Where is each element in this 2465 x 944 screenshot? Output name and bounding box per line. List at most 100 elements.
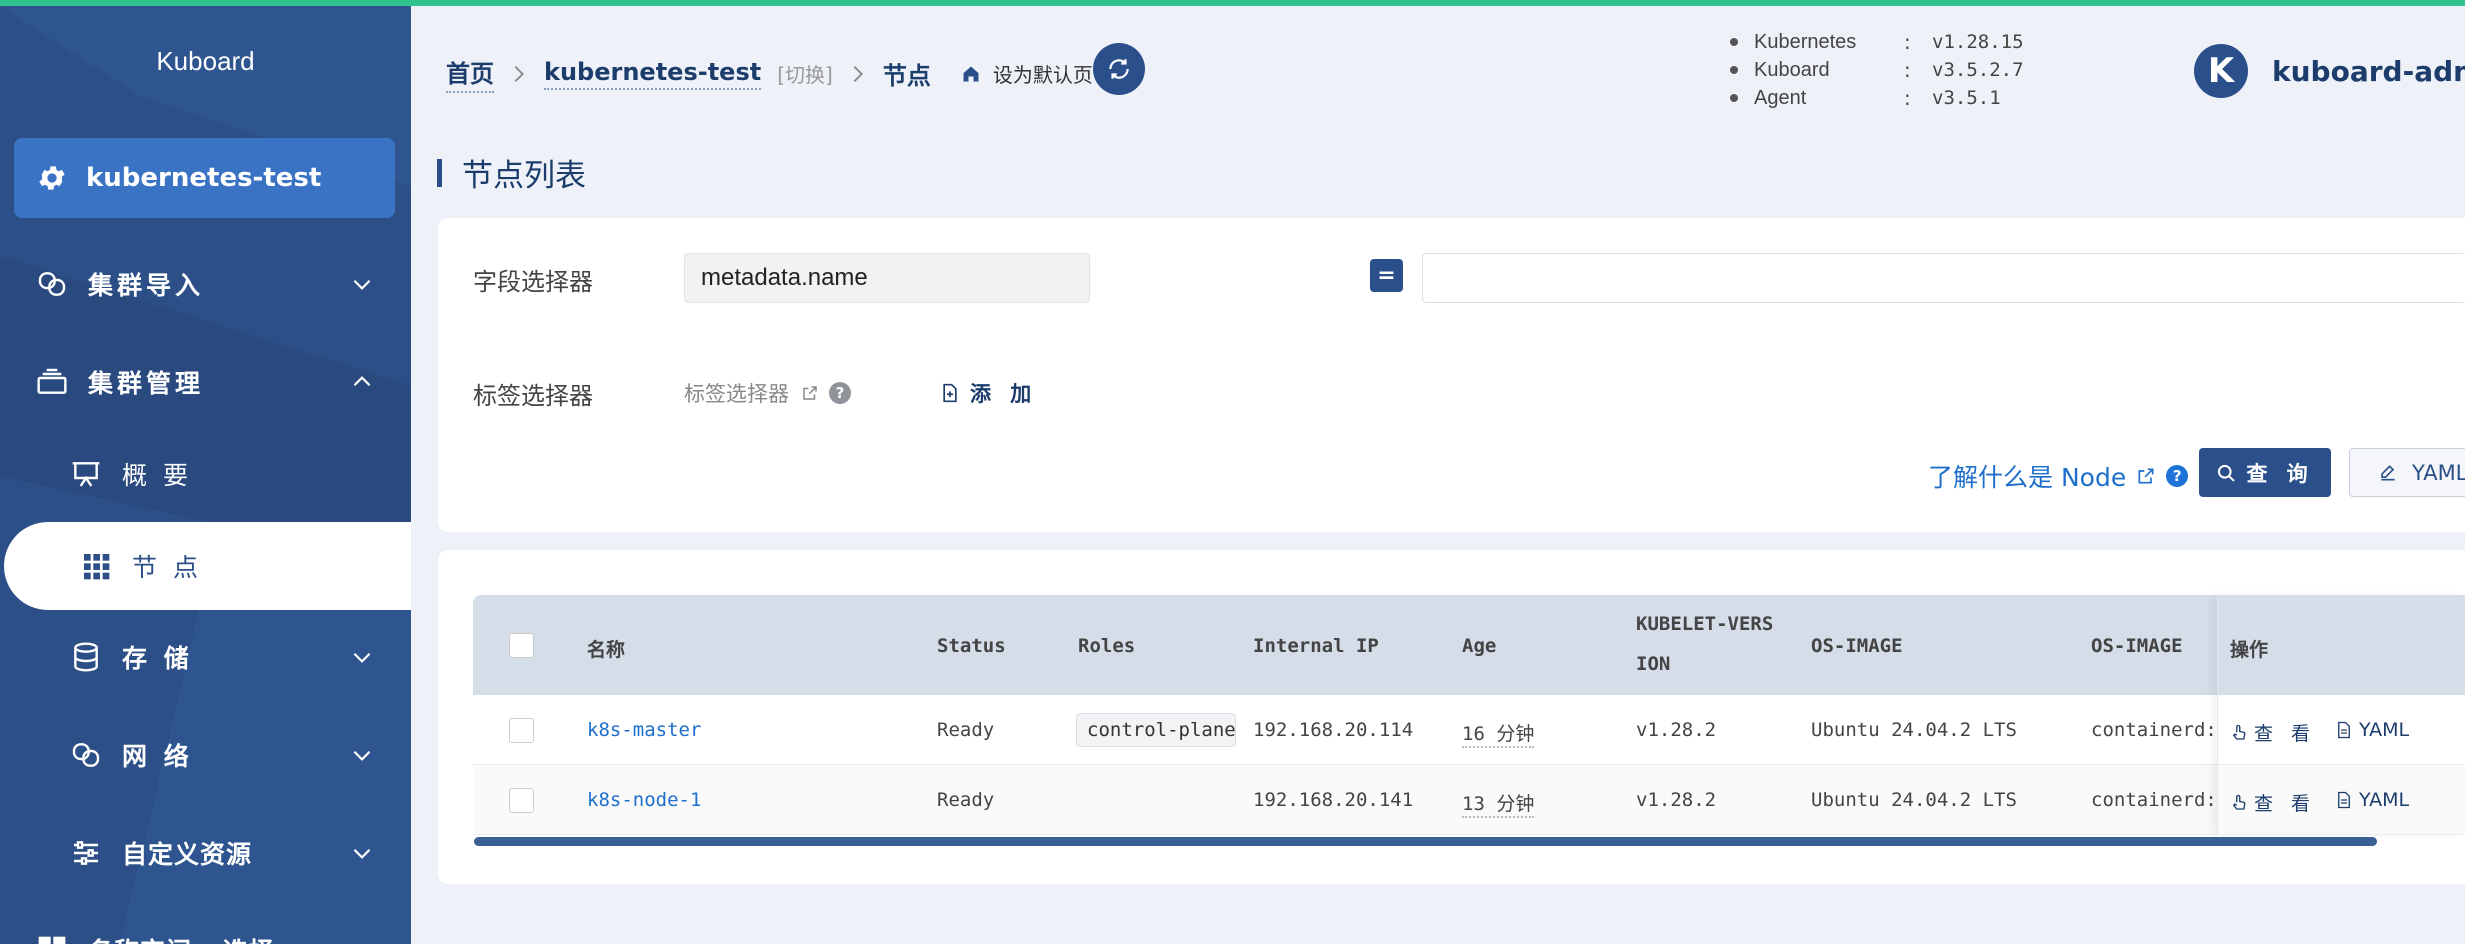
table-row: k8s-node-1 Ready 192.168.20.141 13 分钟 v1… bbox=[473, 765, 2465, 835]
file-add-icon bbox=[943, 383, 957, 403]
yaml-button[interactable]: YAML bbox=[2349, 448, 2465, 497]
sidebar-item-label: 网 络 bbox=[122, 742, 193, 771]
sidebar-item-label: 集群管理 bbox=[88, 369, 205, 398]
col-internal-ip: Internal IP bbox=[1253, 635, 1379, 657]
node-kubelet-version: v1.28.2 bbox=[1636, 719, 1717, 741]
field-selector-select[interactable]: metadata.name bbox=[684, 253, 1090, 303]
label-selector-link[interactable]: 标签选择器 ? bbox=[684, 378, 851, 408]
node-age: 13 分钟 bbox=[1462, 789, 1535, 818]
learn-node-link[interactable]: 了解什么是 Node ? bbox=[1928, 458, 2189, 494]
add-label-button[interactable]: 添 加 bbox=[940, 378, 1037, 408]
horizontal-scrollbar[interactable] bbox=[474, 837, 2377, 846]
breadcrumb-current: 节点 bbox=[882, 62, 931, 90]
breadcrumb: 首页 kubernetes-test [切换] 节点 设为默认页 bbox=[446, 54, 1093, 93]
version-row: Kuboard : v3.5.2.7 bbox=[1730, 56, 2024, 84]
role-tag: control-plane bbox=[1076, 713, 1236, 747]
select-all-checkbox[interactable] bbox=[509, 633, 534, 658]
sidebar-item-custom-resources[interactable]: 自定义资源 bbox=[0, 823, 411, 883]
sidebar-item-label: 存 储 bbox=[122, 644, 193, 673]
view-label: 查 看 bbox=[2254, 793, 2317, 815]
view-label: 查 看 bbox=[2254, 723, 2317, 745]
version-info: Kubernetes : v1.28.15 Kuboard : v3.5.2.7… bbox=[1730, 28, 2024, 112]
row-yaml-button[interactable]: YAML bbox=[2335, 789, 2409, 811]
field-value-input[interactable] bbox=[1422, 253, 2465, 303]
layers-icon bbox=[37, 368, 67, 394]
node-ip: 192.168.20.141 bbox=[1253, 789, 1414, 811]
chevron-right-icon bbox=[853, 65, 863, 82]
view-button[interactable]: 查 看 bbox=[2230, 719, 2316, 746]
version-value: v3.5.1 bbox=[1932, 87, 2001, 109]
operator-button[interactable]: = bbox=[1370, 259, 1403, 292]
col-name[interactable]: 名称 bbox=[587, 635, 625, 662]
node-kubelet-version: v1.28.2 bbox=[1636, 789, 1717, 811]
chevron-down-icon bbox=[353, 848, 371, 859]
username: kuboard-admin bbox=[2272, 54, 2465, 88]
breadcrumb-home[interactable]: 首页 bbox=[446, 54, 494, 93]
sidebar-item-namespace-select[interactable]: 名称空间 - 选择 bbox=[0, 920, 411, 944]
col-status: Status bbox=[937, 635, 1006, 657]
table-row: k8s-master Ready control-plane 192.168.2… bbox=[473, 695, 2465, 765]
sidebar-item-storage[interactable]: 存 储 bbox=[0, 627, 411, 687]
yaml-label: YAML bbox=[2359, 789, 2410, 811]
node-os-image: Ubuntu 24.04.2 LTS bbox=[1811, 789, 2017, 811]
set-default-page-link[interactable]: 设为默认页 bbox=[993, 59, 1093, 88]
row-checkbox[interactable] bbox=[509, 718, 534, 743]
file-text-icon bbox=[2338, 791, 2350, 809]
node-status: Ready bbox=[937, 719, 995, 741]
col-kubelet-version: KUBELET-VERS bbox=[1636, 613, 1774, 635]
table-header: 名称 Status Roles Internal IP Age KUBELET-… bbox=[473, 595, 2465, 695]
node-status: Ready bbox=[937, 789, 995, 811]
version-name: Agent bbox=[1754, 87, 1807, 109]
version-value: v1.28.15 bbox=[1932, 31, 2024, 53]
node-name-link[interactable]: k8s-node-1 bbox=[587, 789, 701, 811]
sidebar: Kuboard kubernetes-test 集群导入 集群管理 概 要 节 … bbox=[0, 6, 411, 944]
sidebar-item-nodes[interactable]: 节 点 bbox=[4, 522, 411, 610]
pointer-icon bbox=[2232, 724, 2246, 740]
node-os-image: Ubuntu 24.04.2 LTS bbox=[1811, 719, 2017, 741]
node-ip: 192.168.20.114 bbox=[1253, 719, 1414, 741]
pointer-icon bbox=[2232, 794, 2246, 810]
current-cluster[interactable]: kubernetes-test bbox=[14, 138, 395, 218]
sidebar-item-label: 自定义资源 bbox=[122, 840, 253, 869]
version-row: Kubernetes : v1.28.15 bbox=[1730, 28, 2024, 56]
sidebar-item-cluster-management[interactable]: 集群管理 bbox=[0, 352, 411, 412]
external-link-icon bbox=[803, 386, 817, 400]
switch-cluster-link[interactable]: [切换] bbox=[777, 59, 833, 88]
refresh-button[interactable] bbox=[1093, 43, 1145, 95]
chevron-up-icon bbox=[353, 376, 371, 387]
brand-logo[interactable]: Kuboard bbox=[0, 46, 411, 77]
col-os-image-2: OS-IMAGE bbox=[2091, 635, 2183, 657]
query-button[interactable]: 查 询 bbox=[2199, 448, 2331, 497]
learn-node-text: 了解什么是 Node bbox=[1928, 463, 2127, 492]
help-icon[interactable]: ? bbox=[2166, 465, 2189, 487]
sliders-icon bbox=[74, 841, 98, 865]
label-selector-label: 标签选择器 bbox=[473, 382, 593, 410]
page-title-text: 节点列表 bbox=[462, 158, 586, 194]
title-accent-bar bbox=[437, 158, 442, 187]
sidebar-item-cluster-import[interactable]: 集群导入 bbox=[0, 254, 411, 314]
edit-icon bbox=[2381, 464, 2395, 480]
grid-icon bbox=[84, 554, 110, 580]
query-button-label: 查 询 bbox=[2246, 461, 2314, 486]
breadcrumb-cluster[interactable]: kubernetes-test bbox=[544, 58, 762, 90]
field-selector-label: 字段选择器 bbox=[473, 268, 593, 296]
node-name-link[interactable]: k8s-master bbox=[587, 719, 701, 741]
sidebar-item-label: 名称空间 - 选择 bbox=[88, 932, 275, 944]
row-yaml-button[interactable]: YAML bbox=[2335, 719, 2409, 741]
help-icon[interactable]: ? bbox=[829, 382, 851, 404]
col-os-image: OS-IMAGE bbox=[1811, 635, 1903, 657]
row-checkbox[interactable] bbox=[509, 788, 534, 813]
node-runtime: containerd: bbox=[2091, 789, 2217, 811]
version-name: Kubernetes bbox=[1754, 31, 1857, 53]
grid-icon bbox=[38, 936, 66, 944]
version-value: v3.5.2.7 bbox=[1932, 59, 2024, 81]
sidebar-item-label: 概 要 bbox=[122, 461, 192, 490]
view-button[interactable]: 查 看 bbox=[2230, 789, 2316, 816]
sidebar-item-network[interactable]: 网 络 bbox=[0, 725, 411, 785]
user-menu[interactable]: K kuboard-admin bbox=[2194, 44, 2465, 98]
sidebar-item-overview[interactable]: 概 要 bbox=[0, 444, 411, 504]
node-runtime: containerd: bbox=[2091, 719, 2217, 741]
page-title: 节点列表 bbox=[437, 150, 586, 195]
presentation-icon bbox=[72, 462, 100, 487]
link-icon bbox=[72, 743, 100, 767]
